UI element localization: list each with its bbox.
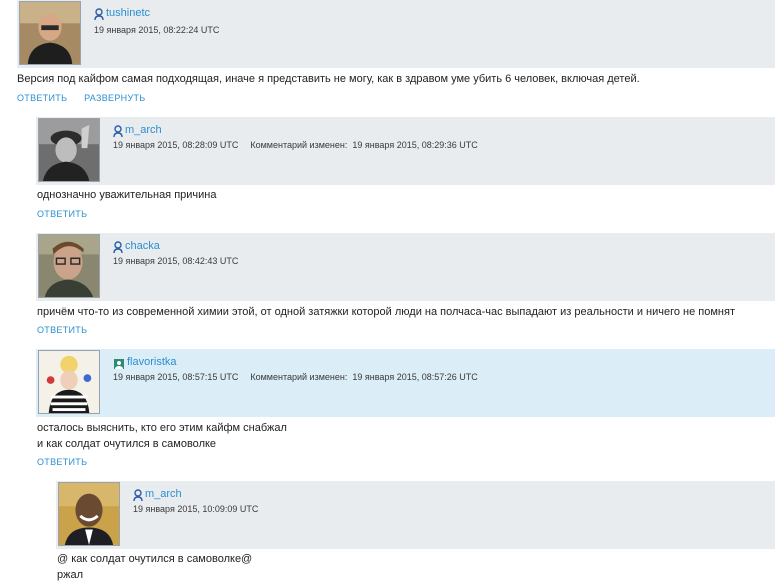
username[interactable]: tushinetc: [106, 7, 150, 19]
username-link[interactable]: chacka: [113, 239, 160, 254]
avatar-image: [59, 483, 119, 545]
comment-text-line: ржал: [57, 569, 84, 581]
edited-timestamp: 19 января 2015, 08:29:36 UTC: [352, 140, 478, 150]
comment-actions: ОТВЕТИТЬ: [37, 325, 101, 335]
community-user-icon: [113, 356, 125, 369]
comment: chacka 19 января 2015, 08:42:43 UTC прич…: [36, 233, 775, 343]
comment-text-line: и как солдат очутился в самоволке: [37, 438, 217, 450]
comment-text-line: Версия под кайфом самая подходящая, инач…: [17, 73, 640, 85]
timestamp: 19 января 2015, 08:42:43 UTC: [113, 256, 239, 266]
comment-header: flavoristka 19 января 2015, 08:57:15 UTC…: [36, 349, 775, 417]
reply-button[interactable]: ОТВЕТИТЬ: [37, 209, 87, 219]
username[interactable]: chacka: [125, 240, 160, 252]
avatar[interactable]: [38, 118, 100, 182]
avatar-image: [20, 2, 80, 64]
comment-text: однозначно уважительная причина: [37, 187, 217, 203]
avatar[interactable]: [19, 1, 81, 65]
comment: m_arch 19 января 2015, 08:28:09 UTC Комме…: [36, 117, 775, 227]
avatar[interactable]: [38, 234, 100, 298]
edited-label: Комментарий изменен:: [250, 140, 348, 150]
comment-actions: ОТВЕТИТЬ РАЗВЕРНУТЬ: [17, 93, 159, 103]
username-link[interactable]: flavoristka: [113, 355, 177, 369]
comment-text: Версия под кайфом самая подходящая, инач…: [17, 71, 640, 87]
comment: flavoristka 19 января 2015, 08:57:15 UTC…: [36, 349, 775, 474]
timestamp: 19 января 2015, 08:28:09 UTC: [113, 140, 239, 150]
timestamp: 19 января 2015, 08:57:15 UTC: [113, 372, 239, 382]
comment-text-line: причём что-то из современной химии этой,…: [37, 306, 735, 318]
comment-text-line: осталось выяснить, кто его этим кайфм сн…: [37, 422, 287, 434]
user-icon: [113, 240, 123, 254]
comment-meta: 19 января 2015, 08:57:15 UTC Комментарий …: [113, 372, 478, 382]
avatar[interactable]: [38, 350, 100, 414]
comment-meta: 19 января 2015, 08:22:24 UTC: [94, 25, 219, 35]
avatar-image: [39, 235, 99, 297]
avatar[interactable]: [58, 482, 120, 546]
reply-button[interactable]: ОТВЕТИТЬ: [17, 93, 67, 103]
expand-button[interactable]: РАЗВЕРНУТЬ: [84, 93, 145, 103]
user-icon: [113, 124, 123, 138]
edited-label: Комментарий изменен:: [250, 372, 348, 382]
username-link[interactable]: tushinetc: [94, 6, 150, 21]
comment-meta: 19 января 2015, 08:42:43 UTC: [113, 256, 238, 266]
comment-header: tushinetc 19 января 2015, 08:22:24 UTC: [17, 0, 775, 68]
comment-actions: ОТВЕТИТЬ: [37, 209, 101, 219]
comment-meta: 19 января 2015, 10:09:09 UTC: [133, 504, 258, 514]
comment-header: m_arch 19 января 2015, 10:09:09 UTC: [56, 481, 775, 549]
comment-text-line: однозначно уважительная причина: [37, 189, 217, 201]
user-icon: [133, 488, 143, 502]
reply-button[interactable]: ОТВЕТИТЬ: [37, 457, 87, 467]
comment-actions: ОТВЕТИТЬ: [37, 457, 101, 467]
timestamp: 19 января 2015, 08:22:24 UTC: [94, 25, 220, 35]
edited-timestamp: 19 января 2015, 08:57:26 UTC: [352, 372, 478, 382]
username[interactable]: m_arch: [145, 488, 182, 500]
avatar-image: [39, 351, 99, 413]
username-link[interactable]: m_arch: [133, 487, 182, 502]
timestamp: 19 января 2015, 10:09:09 UTC: [133, 504, 259, 514]
comment-meta: 19 января 2015, 08:28:09 UTC Комментарий …: [113, 140, 478, 150]
username[interactable]: m_arch: [125, 124, 162, 136]
comment-text: причём что-то из современной химии этой,…: [37, 304, 735, 320]
comment: m_arch 19 января 2015, 10:09:09 UTC @ ка…: [56, 481, 775, 582]
comment-text: осталось выяснить, кто его этим кайфм сн…: [37, 420, 287, 452]
user-icon: [94, 7, 104, 21]
username-link[interactable]: m_arch: [113, 123, 162, 138]
comment-header: m_arch 19 января 2015, 08:28:09 UTC Комме…: [36, 117, 775, 185]
comment-text-line: @ как солдат очутился в самоволке@: [57, 553, 253, 565]
reply-button[interactable]: ОТВЕТИТЬ: [37, 325, 87, 335]
comment-header: chacka 19 января 2015, 08:42:43 UTC: [36, 233, 775, 301]
comment-text: @ как солдат очутился в самоволке@ ржал: [57, 551, 252, 583]
avatar-image: [39, 119, 99, 181]
username[interactable]: flavoristka: [127, 356, 177, 368]
comment: tushinetc 19 января 2015, 08:22:24 UTC В…: [17, 0, 775, 110]
